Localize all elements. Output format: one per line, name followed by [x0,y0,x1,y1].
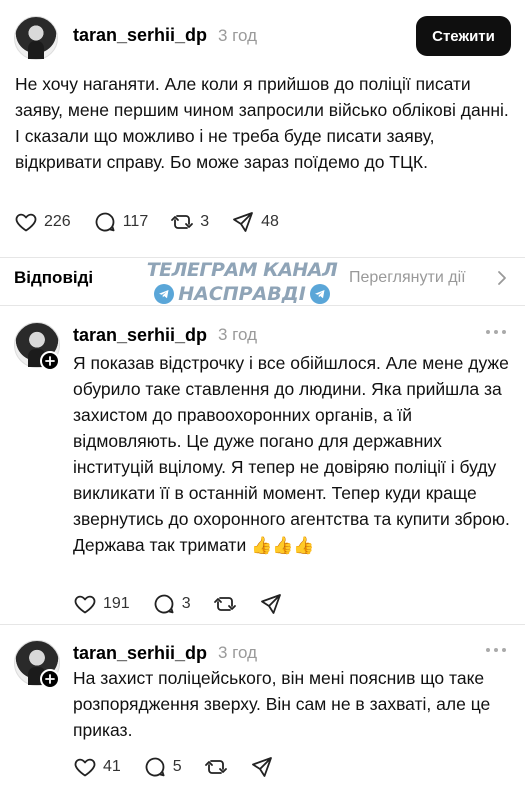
repost-count: 3 [200,213,210,230]
post-timestamp: 3 год [218,26,258,45]
heart-icon [74,758,96,777]
like-button[interactable]: 191 [73,592,130,616]
post-text: Не хочу наганяти. Але коли я прийшов до … [15,74,509,172]
share-button[interactable]: 48 [231,210,279,234]
divider [0,624,525,625]
reply-text-body: Я показав відстрочку і все обійшлося. Ал… [73,353,510,555]
watermark-line1: ТЕЛЕГРАМ КАНАЛ [146,259,338,281]
replies-title: Відповіді [14,268,94,287]
reply-actions: 191 3 [73,592,305,616]
repost-icon [171,215,194,229]
telegram-icon [309,284,330,304]
like-count: 41 [103,758,121,775]
repost-icon [204,760,227,774]
reply-text: На захист поліцейського, він мені поясни… [73,668,491,740]
like-button[interactable]: 226 [14,210,71,234]
like-count: 226 [44,213,71,230]
comment-bubble-icon [95,212,115,232]
more-icon[interactable] [485,646,507,654]
follow-button[interactable]: Стежити [416,16,511,56]
watermark: ТЕЛЕГРАМ КАНАЛ НАСПРАВДІ [142,258,342,310]
comment-count: 5 [172,758,182,775]
share-button[interactable] [259,592,283,616]
watermark-line2-row: НАСПРАВДІ [142,282,342,306]
heart-icon [74,595,96,614]
comment-button[interactable]: 3 [152,592,191,616]
send-icon [251,757,272,777]
like-button[interactable]: 41 [73,755,121,779]
share-count: 48 [261,213,279,230]
comment-button[interactable]: 117 [93,210,149,234]
thumbs-up-emoji: 👍👍👍 [251,536,315,555]
watermark-line2: НАСПРАВДІ [178,283,306,305]
repost-button[interactable] [204,755,228,779]
share-button[interactable] [250,755,274,779]
reply-username[interactable]: taran_serhii_dp [73,643,207,664]
comment-count: 117 [122,213,149,230]
comment-button[interactable]: 5 [143,755,182,779]
post-header: taran_serhii_dp 3 год Стежити [0,0,525,72]
comment-count: 3 [181,595,191,612]
repost-icon [213,597,236,611]
comment-bubble-icon [154,594,174,614]
comment-bubble-icon [145,757,165,777]
reply-timestamp: 3 год [218,325,258,344]
send-icon [260,594,281,614]
follow-plus-icon[interactable] [40,669,60,689]
reply-item: taran_serhii_dp 3 год На захист поліцейс… [0,640,525,790]
like-count: 191 [103,595,130,612]
send-icon [233,212,254,232]
reply-item: taran_serhii_dp 3 год Я показав відстроч… [0,322,525,622]
chevron-right-icon[interactable] [494,269,510,287]
reply-actions: 41 5 [73,755,296,779]
heart-icon [15,213,37,232]
more-icon[interactable] [485,328,507,336]
reply-timestamp: 3 год [218,643,258,662]
telegram-icon [154,284,175,304]
view-activity-link[interactable]: Переглянути дії [349,269,466,287]
post-actions: 226 117 3 48 [14,210,301,234]
repost-button[interactable] [213,592,237,616]
follow-plus-icon[interactable] [40,351,60,371]
reply-username[interactable]: taran_serhii_dp [73,325,207,346]
divider [0,305,525,306]
threads-post-page: taran_serhii_dp 3 год Стежити Не хочу на… [0,0,525,800]
post-username[interactable]: taran_serhii_dp [73,25,207,46]
reply-text: Я показав відстрочку і все обійшлося. Ал… [73,350,513,559]
avatar[interactable] [14,16,58,60]
repost-button[interactable]: 3 [170,210,209,234]
